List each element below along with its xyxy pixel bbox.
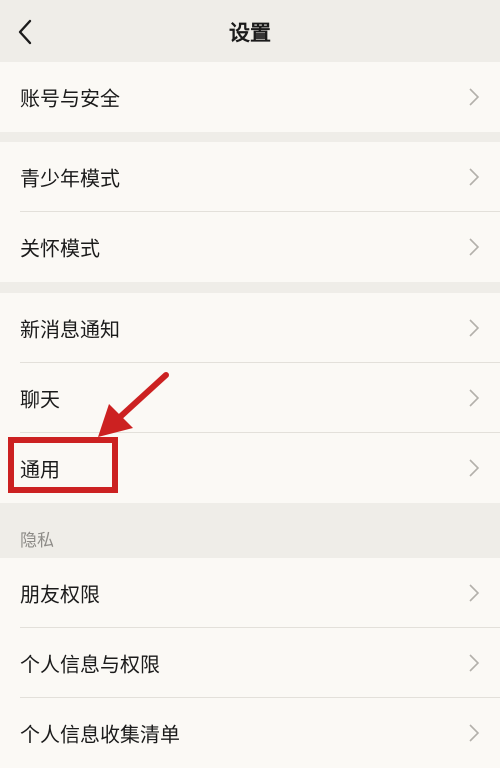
settings-item-personal-info-permissions[interactable]: 个人信息与权限 bbox=[0, 628, 500, 698]
settings-item-label: 关怀模式 bbox=[20, 236, 100, 261]
chevron-right-icon bbox=[469, 654, 480, 672]
chevron-right-icon bbox=[469, 88, 480, 106]
settings-item-label: 账号与安全 bbox=[20, 86, 120, 111]
settings-item-label: 新消息通知 bbox=[20, 317, 120, 342]
chevron-right-icon bbox=[469, 389, 480, 407]
settings-item-label: 朋友权限 bbox=[20, 582, 100, 607]
chevron-right-icon bbox=[469, 168, 480, 186]
settings-item-general[interactable]: 通用 bbox=[0, 433, 500, 503]
settings-group-account: 账号与安全 bbox=[0, 62, 500, 132]
chevron-right-icon bbox=[469, 238, 480, 256]
settings-item-friend-permissions[interactable]: 朋友权限 bbox=[0, 558, 500, 628]
settings-item-notifications[interactable]: 新消息通知 bbox=[0, 293, 500, 363]
settings-item-label: 个人信息与权限 bbox=[20, 652, 160, 677]
settings-item-label: 聊天 bbox=[20, 387, 60, 412]
settings-group-general: 新消息通知 聊天 通用 bbox=[0, 293, 500, 503]
settings-item-chat[interactable]: 聊天 bbox=[0, 363, 500, 433]
settings-item-account-security[interactable]: 账号与安全 bbox=[0, 62, 500, 132]
section-label-privacy: 隐私 bbox=[20, 531, 54, 551]
settings-item-label: 青少年模式 bbox=[20, 166, 120, 191]
settings-item-teen-mode[interactable]: 青少年模式 bbox=[0, 142, 500, 212]
settings-item-label: 个人信息收集清单 bbox=[20, 722, 180, 747]
chevron-right-icon bbox=[469, 459, 480, 477]
page-title: 设置 bbox=[229, 21, 271, 45]
chevron-right-icon bbox=[469, 319, 480, 337]
chevron-right-icon bbox=[469, 584, 480, 602]
settings-group-privacy: 朋友权限 个人信息与权限 个人信息收集清单 bbox=[0, 558, 500, 768]
settings-item-care-mode[interactable]: 关怀模式 bbox=[0, 212, 500, 282]
settings-group-modes: 青少年模式 关怀模式 bbox=[0, 142, 500, 282]
settings-item-personal-info-collection-list[interactable]: 个人信息收集清单 bbox=[0, 698, 500, 768]
chevron-right-icon bbox=[469, 724, 480, 742]
settings-item-label: 通用 bbox=[20, 457, 60, 482]
nav-bar: 设置 bbox=[0, 0, 500, 62]
